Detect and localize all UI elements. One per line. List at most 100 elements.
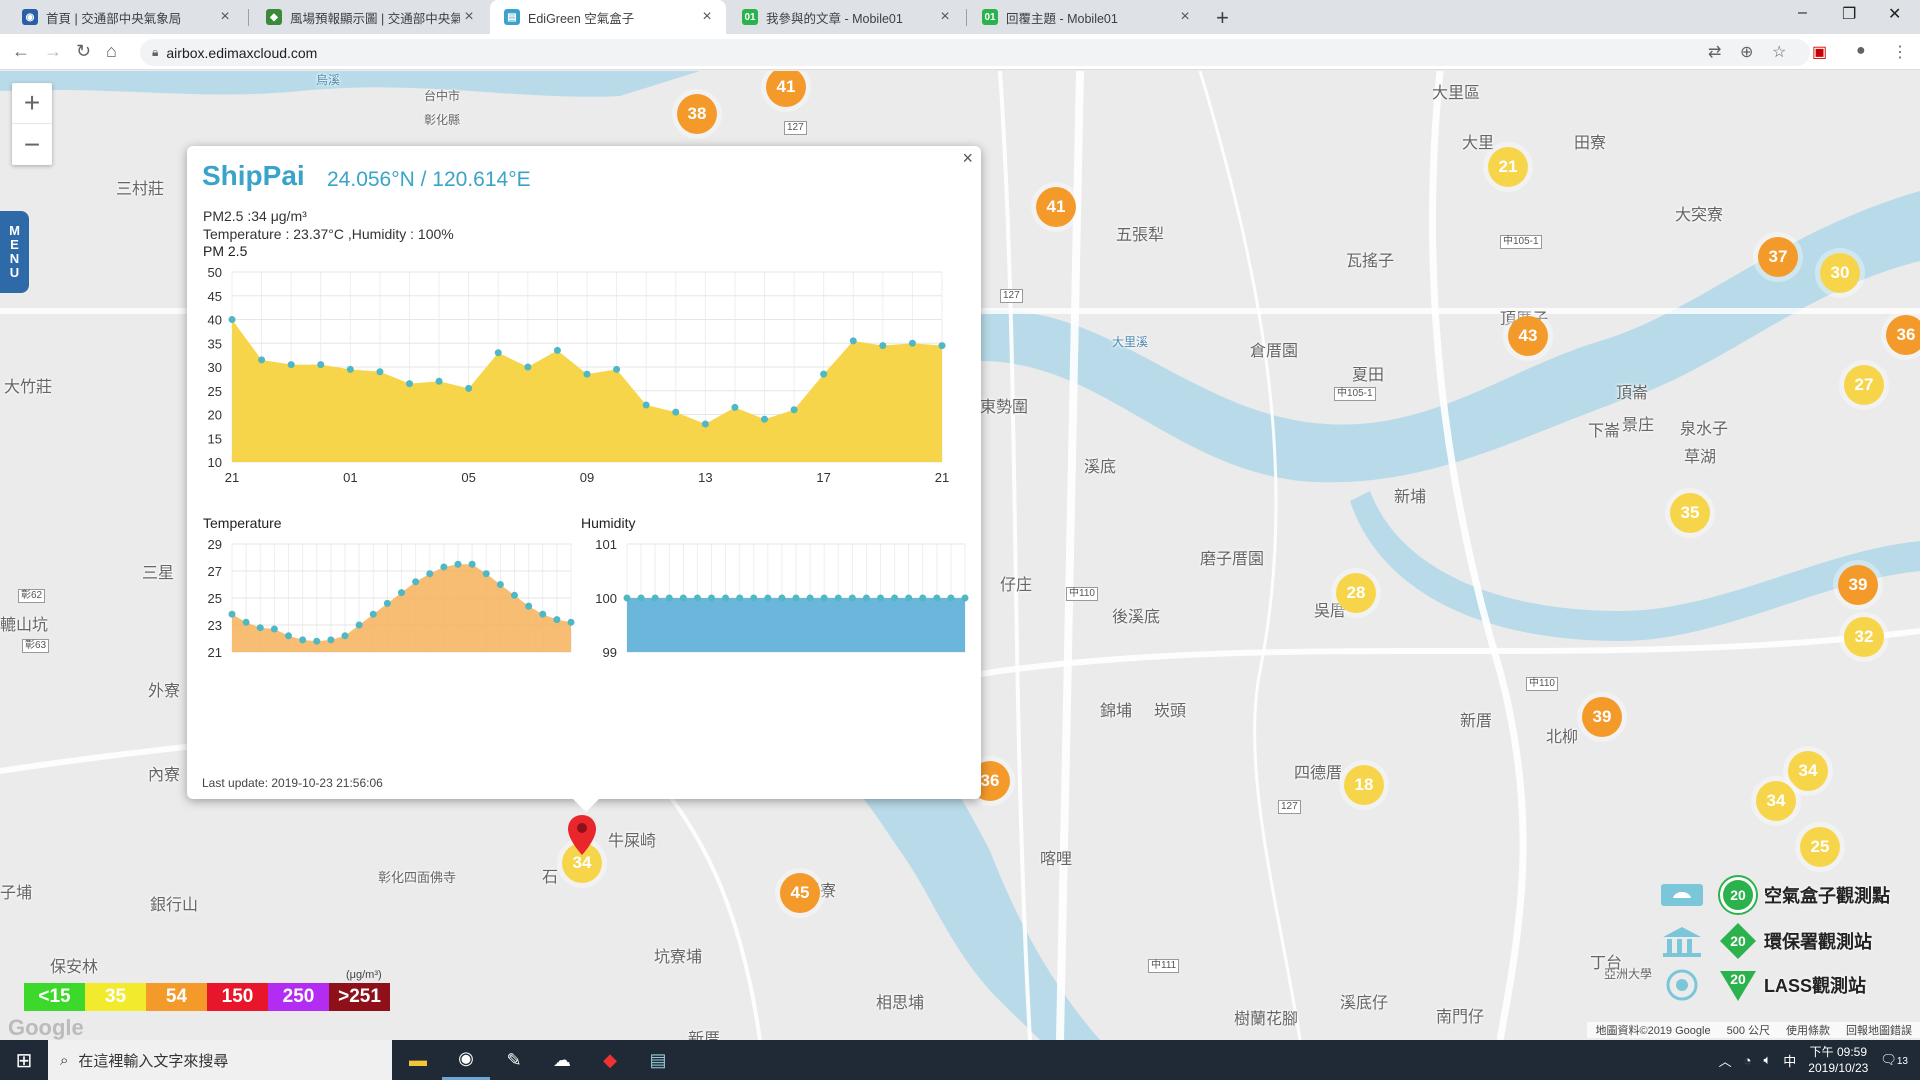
data-point xyxy=(642,401,650,409)
road-sign: 中110 xyxy=(1066,587,1098,601)
airbox-icon xyxy=(1660,878,1704,912)
chrome-icon[interactable]: ◉ xyxy=(442,1040,490,1080)
browser-tab-active[interactable]: ▤ EdiGreen 空氣盒子 × xyxy=(490,0,726,34)
road-sign: 彰62 xyxy=(18,589,46,603)
temperature-chart-title: Temperature xyxy=(203,515,282,531)
data-point xyxy=(848,594,856,602)
station-legend-item[interactable]: 20 LASS觀測站 xyxy=(1660,967,1866,1003)
station-legend-item[interactable]: 20 環保署觀測站 xyxy=(1660,923,1872,959)
map-label: 坑寮埔 xyxy=(654,949,703,966)
map-label: 轆山坑 xyxy=(0,617,49,634)
new-tab-button[interactable]: + xyxy=(1216,5,1229,31)
map-label: 泉水子 xyxy=(1680,421,1729,438)
station-legend-label: 空氣盒子觀測點 xyxy=(1764,886,1890,906)
x-tick-label: 21 xyxy=(935,470,949,485)
tray-chevron-icon[interactable]: ︿ xyxy=(1719,1051,1732,1070)
browser-tab-strip: ◉ 首頁 | 交通部中央氣象局 × ◆ 風場預報顯示圖 | 交通部中央氣象 × … xyxy=(0,0,1920,34)
aqi-cluster-marker[interactable]: 34 xyxy=(1756,781,1796,821)
aqi-cluster-marker[interactable]: 25 xyxy=(1800,827,1840,867)
map-scale: 500 公尺 xyxy=(1726,1025,1770,1037)
clock[interactable]: 下午 09:59 2019/10/23 xyxy=(1808,1044,1868,1076)
windows-start-icon[interactable]: ⊞ xyxy=(0,1040,48,1080)
close-tab-icon[interactable]: × xyxy=(936,8,954,26)
browser-tab[interactable]: ◆ 風場預報顯示圖 | 交通部中央氣象 × xyxy=(252,0,488,34)
app-icon[interactable]: ✎ xyxy=(490,1040,538,1080)
aqi-cluster-marker[interactable]: 39 xyxy=(1838,565,1878,605)
close-tab-icon[interactable]: × xyxy=(216,8,234,26)
back-icon[interactable]: ← xyxy=(12,41,30,62)
app-icon[interactable]: ▤ xyxy=(634,1040,682,1080)
omnibox[interactable]: 🔒︎ airbox.edimaxcloud.com xyxy=(140,39,1810,66)
extension-icon[interactable]: ▣ xyxy=(1812,42,1827,62)
map-label: 台中市 xyxy=(424,89,461,103)
map-canvas[interactable]: 大里區 田寮 大里 五張犁 瓦搖子 大突寮 頂厝子 倉厝園 夏田 東勢圍 溪底 … xyxy=(0,71,1920,1040)
zoom-control: + − xyxy=(12,83,52,165)
bookmark-star-icon[interactable]: ☆ xyxy=(1772,42,1786,62)
app-icon[interactable]: ◆ xyxy=(586,1040,634,1080)
y-tick-label: 21 xyxy=(208,645,222,660)
notification-icon[interactable]: 🗨︎13 xyxy=(1880,1052,1908,1068)
aqi-cluster-marker[interactable]: 28 xyxy=(1336,573,1376,613)
zoom-icon[interactable]: ⊕ xyxy=(1740,42,1753,62)
forward-icon[interactable]: → xyxy=(44,41,62,62)
aqi-cluster-marker[interactable]: 27 xyxy=(1844,365,1884,405)
translate-icon[interactable]: ⇄ xyxy=(1708,42,1721,62)
station-legend-item[interactable]: 20 空氣盒子觀測點 xyxy=(1660,877,1890,913)
aqi-cluster-marker[interactable]: 45 xyxy=(780,873,820,913)
window-close-icon[interactable]: ✕ xyxy=(1888,4,1901,24)
aqi-cluster-marker[interactable]: 18 xyxy=(1344,765,1384,805)
epa-building-icon xyxy=(1660,924,1704,958)
selected-location-pin-icon[interactable] xyxy=(566,813,598,857)
browser-tab[interactable]: 01 回覆主題 - Mobile01 × xyxy=(968,0,1204,34)
station-info-popup: × ShipPai 24.056°N / 120.614°E PM2.5 :34… xyxy=(187,146,981,812)
y-tick-label: 27 xyxy=(208,564,222,579)
data-point xyxy=(806,594,814,602)
aqi-cluster-marker[interactable]: 34 xyxy=(1788,751,1828,791)
browser-tab[interactable]: 01 我參與的文章 - Mobile01 × xyxy=(728,0,964,34)
data-point xyxy=(524,363,532,371)
app-icon[interactable]: ☁ xyxy=(538,1040,586,1080)
profile-icon[interactable]: ● xyxy=(1856,42,1866,60)
aqi-cluster-marker[interactable]: 32 xyxy=(1844,617,1884,657)
network-icon[interactable]: ◔ xyxy=(1744,1053,1752,1068)
y-tick-label: 45 xyxy=(208,289,222,304)
aqi-cluster-marker[interactable]: 43 xyxy=(1508,316,1548,356)
aqi-legend-item: >251 xyxy=(329,983,390,1011)
popup-close-button[interactable]: × xyxy=(962,148,973,169)
map-label: 樹蘭花腳 xyxy=(1234,1011,1299,1028)
aqi-cluster-marker[interactable]: 30 xyxy=(1820,253,1860,293)
zoom-out-button[interactable]: − xyxy=(12,124,52,165)
system-tray: ︿ ◔ 🔈︎ 中 下午 09:59 2019/10/23 🗨︎13 xyxy=(1719,1040,1920,1080)
aqi-cluster-marker[interactable]: 21 xyxy=(1488,147,1528,187)
terms-link[interactable]: 使用條款 xyxy=(1786,1022,1830,1038)
minimize-icon[interactable]: – xyxy=(1798,4,1807,22)
aqi-cluster-marker[interactable]: 37 xyxy=(1758,237,1798,277)
taskbar-search-box[interactable]: ⌕ 在這裡輸入文字來搜尋 xyxy=(48,1040,392,1080)
data-point xyxy=(287,361,295,369)
aqi-cluster-marker[interactable]: 38 xyxy=(677,94,717,134)
close-tab-icon[interactable]: × xyxy=(698,8,716,26)
menu-dots-icon[interactable]: ⋮ xyxy=(1892,42,1908,62)
aqi-legend: <15 35 54 150 250 >251 xyxy=(24,983,390,1011)
file-explorer-icon[interactable]: ▬ xyxy=(394,1040,442,1080)
close-tab-icon[interactable]: × xyxy=(1176,8,1194,26)
volume-icon[interactable]: 🔈︎ xyxy=(1763,1052,1771,1068)
aqi-cluster-marker[interactable]: 39 xyxy=(1582,697,1622,737)
report-error-link[interactable]: 回報地圖錯誤 xyxy=(1846,1022,1912,1038)
aqi-cluster-marker[interactable]: 36 xyxy=(1886,315,1920,355)
aqi-cluster-marker[interactable]: 35 xyxy=(1670,493,1710,533)
ime-indicator[interactable]: 中 xyxy=(1783,1051,1796,1070)
close-tab-icon[interactable]: × xyxy=(460,8,478,26)
map-copyright: 地圖資料©2019 Google xyxy=(1595,1025,1711,1037)
aqi-cluster-marker[interactable]: 41 xyxy=(1036,187,1076,227)
home-icon[interactable]: ⌂ xyxy=(106,41,117,62)
menu-tab[interactable]: M E N U xyxy=(0,211,29,293)
data-point xyxy=(891,594,899,602)
station-name: ShipPai xyxy=(202,160,305,191)
zoom-in-button[interactable]: + xyxy=(12,83,52,124)
reload-icon[interactable]: ↻ xyxy=(76,41,91,62)
data-point xyxy=(299,636,307,644)
browser-tab[interactable]: ◉ 首頁 | 交通部中央氣象局 × xyxy=(8,0,244,34)
restore-icon[interactable]: ❐ xyxy=(1842,4,1856,24)
url-text[interactable]: airbox.edimaxcloud.com xyxy=(166,45,317,61)
